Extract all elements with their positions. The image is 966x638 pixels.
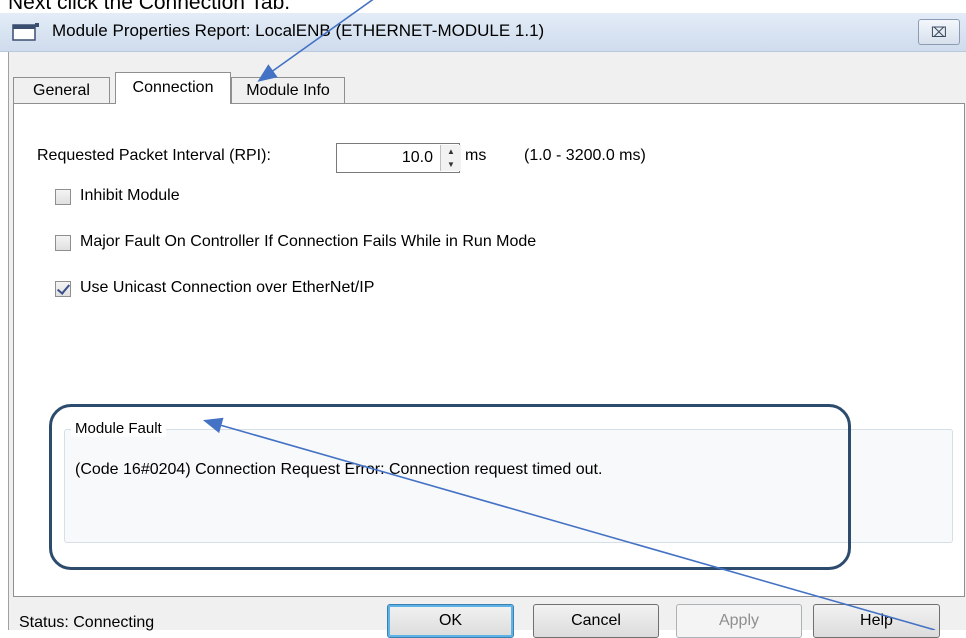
tab-label: General [33,82,90,99]
apply-button-label: Apply [718,612,760,629]
status-text: Status: Connecting [19,614,155,631]
rpi-range: (1.0 - 3200.0 ms) [524,147,646,164]
inhibit-module-label: Inhibit Module [80,187,180,204]
ok-button-label: OK [438,612,463,629]
tab-connection[interactable]: Connection [115,72,231,104]
dialog-client-area: General Connection Module Info Requested… [8,52,966,638]
unicast-connection-checkbox[interactable] [55,281,71,297]
close-button[interactable]: ⌧ [918,19,960,45]
rpi-value: 10.0 [401,149,433,166]
window-titlebar: Module Properties Report: LocalENB (ETHE… [0,13,966,52]
close-icon: ⌧ [930,23,948,40]
tab-label: Connection [132,79,214,96]
rpi-spinner[interactable]: ▲ ▼ [440,145,461,171]
rpi-label: Requested Packet Interval (RPI): [37,147,271,164]
tab-module-info[interactable]: Module Info [231,77,345,103]
unicast-connection-label: Use Unicast Connection over EtherNet/IP [80,279,375,296]
annotation-highlight-box [49,404,851,570]
help-button[interactable]: Help [813,604,940,638]
spin-up-icon[interactable]: ▲ [441,145,461,158]
tab-general[interactable]: General [13,77,110,103]
app-window-icon [12,23,39,41]
major-fault-label: Major Fault On Controller If Connection … [80,233,537,250]
cancel-button[interactable]: Cancel [533,604,659,638]
major-fault-checkbox[interactable] [55,235,71,251]
help-button-label: Help [860,612,893,629]
ok-button[interactable]: OK [387,604,514,638]
apply-button[interactable]: Apply [676,604,802,638]
cancel-button-label: Cancel [571,612,621,629]
spin-down-icon[interactable]: ▼ [441,158,461,171]
tab-label: Module Info [246,82,330,99]
rpi-unit: ms [465,147,487,164]
window-title: Module Properties Report: LocalENB (ETHE… [52,21,545,40]
inhibit-module-checkbox[interactable] [55,189,71,205]
